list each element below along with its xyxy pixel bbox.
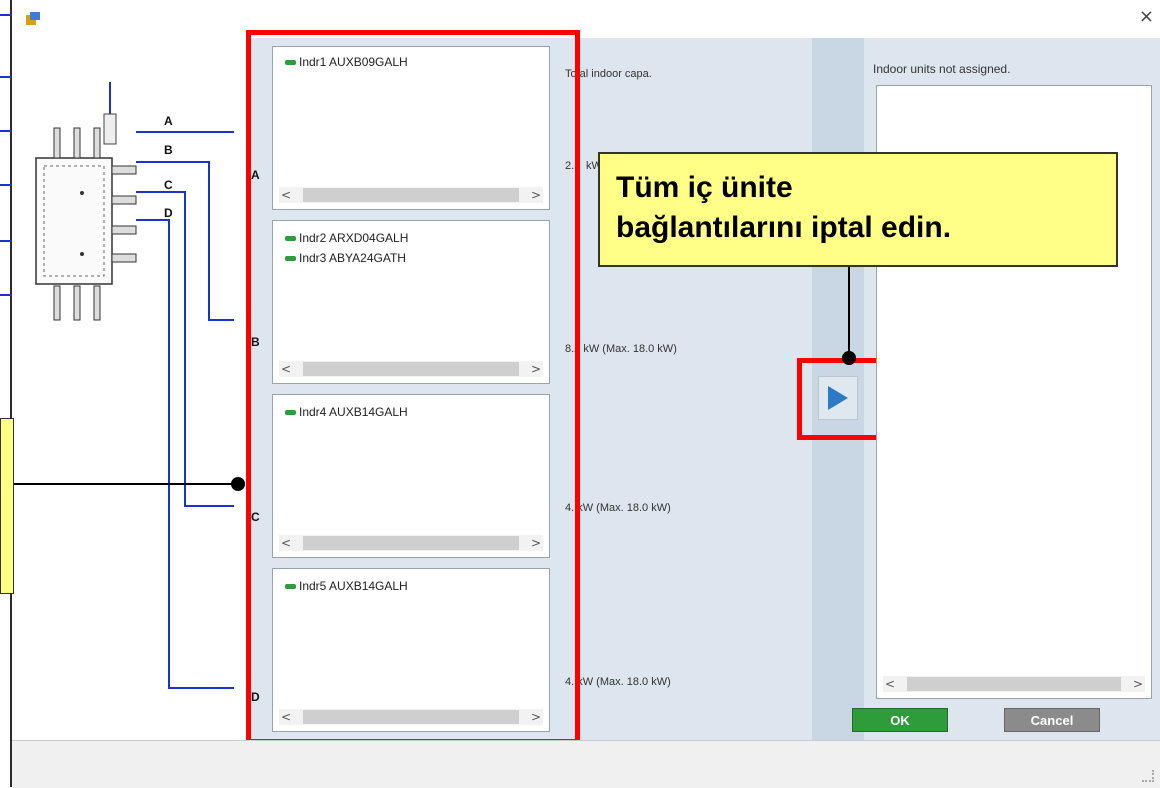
pipe-c-vertical	[184, 191, 186, 507]
capacity-c: 4. kW (Max. 18.0 kW)	[565, 502, 671, 514]
callout-pointer-dot	[842, 351, 856, 365]
callout-line-1: Tüm iç ünite	[616, 171, 793, 204]
port-letter-d: D	[164, 206, 173, 220]
pipe-c-end	[184, 505, 234, 507]
edge-wire	[0, 76, 12, 78]
pipe-d-end	[168, 687, 234, 689]
pipe-b-end	[208, 319, 234, 321]
piping-diagram: A B C D	[12, 38, 246, 740]
callout-line-2: bağlantılarını iptal edin.	[616, 211, 952, 244]
pipe-b-vertical	[208, 161, 210, 321]
capacity-b: 8.2 kW (Max. 18.0 kW)	[565, 343, 677, 355]
app-icon	[26, 12, 40, 25]
resize-grip-icon[interactable]	[1142, 770, 1154, 782]
horizontal-scrollbar[interactable]: < >	[883, 676, 1145, 692]
scroll-right-icon[interactable]: >	[1131, 677, 1145, 691]
scroll-left-icon[interactable]: <	[883, 677, 897, 691]
capacity-d: 4. kW (Max. 18.0 kW)	[565, 676, 671, 688]
callout-note: Tüm iç ünite bağlantılarını iptal edin.	[598, 152, 1118, 267]
edge-wire	[0, 130, 12, 132]
cancel-button[interactable]: Cancel	[1004, 708, 1100, 732]
edge-wire	[0, 184, 12, 186]
edge-wire	[0, 14, 12, 16]
callout-left-pointer-dot	[231, 477, 245, 491]
pipe-a	[136, 131, 234, 133]
port-letter-c: C	[164, 178, 173, 192]
pipe-d-vertical	[168, 219, 170, 689]
edge-wire	[0, 240, 12, 242]
pipe-d	[136, 219, 168, 221]
title-bar: ×	[12, 0, 1160, 38]
ok-button[interactable]: OK	[852, 708, 948, 732]
pipe-c	[136, 191, 184, 193]
port-letter-b: B	[164, 143, 173, 157]
bp-unit-drawing	[35, 82, 137, 321]
edge-wire	[0, 294, 12, 296]
callout-left-leader-line	[14, 483, 238, 485]
status-bar	[12, 740, 1160, 788]
port-letter-a: A	[164, 114, 173, 128]
unassigned-label: Indoor units not assigned.	[873, 62, 1011, 76]
scroll-thumb[interactable]	[907, 677, 1121, 691]
callout-leader-line	[848, 267, 850, 359]
highlight-branches-box	[246, 30, 580, 744]
callout-note-left	[0, 418, 14, 594]
close-button[interactable]: ×	[1139, 6, 1154, 27]
pipe-b	[136, 161, 208, 163]
